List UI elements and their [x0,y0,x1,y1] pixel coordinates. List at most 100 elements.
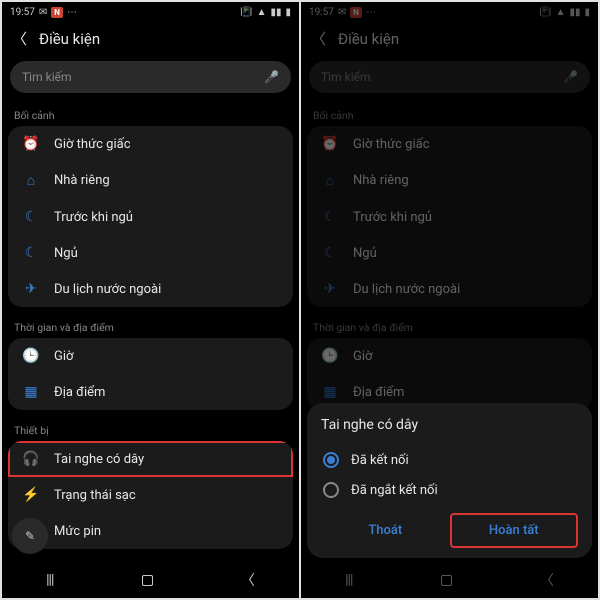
radio-disconnected[interactable]: Đã ngắt kết nối [321,475,578,505]
section-device: Thiết bị [8,418,293,441]
moon-icon: ☾ [321,209,339,225]
search-input[interactable]: Tìm kiếm 🎤 [309,61,590,93]
page-title: Điều kiện [39,30,100,48]
status-dots-icon: ⋯ [366,7,376,18]
sheet-title: Tai nghe có dây [321,417,578,433]
moon-icon: ☾ [22,245,40,261]
nav-home[interactable] [142,575,153,586]
radio-icon [323,482,339,498]
alarm-icon: ⏰ [22,136,40,152]
row-sleep[interactable]: ☾Ngủ [8,235,293,271]
header: 〈 Điều kiện [2,22,299,55]
row-battery[interactable]: ▯Mức pin [8,513,293,549]
back-icon[interactable]: 〈 [12,28,27,49]
row-alarm[interactable]: ⏰ Giờ thức giấc [307,126,592,162]
row-label: Giờ thức giấc [353,137,430,152]
row-label: Trước khi ngủ [54,210,133,225]
status-bar: 19:57 ✉ N ⋯ 📳 ▲ ▮▮ ▮ [301,2,598,22]
row-label: Giờ [353,349,372,364]
row-label: Trạng thái sạc [54,488,136,503]
status-time: 19:57 [309,7,334,18]
row-headphones[interactable]: 🎧Tai nghe có dây [8,441,293,477]
row-label: Địa điểm [54,385,105,400]
status-bar: 19:57 ✉ N ⋯ 📳 ▲ ▮▮ ▮ [2,2,299,22]
status-mail-icon: ✉ [338,7,346,18]
row-alarm[interactable]: ⏰Giờ thức giấc [8,126,293,162]
row-travel[interactable]: ✈ Du lịch nước ngoài [8,271,293,307]
status-vibrate-icon: 📳 [539,7,551,18]
row-place[interactable]: ▦ Địa điểm [8,374,293,410]
row-home[interactable]: ⌂Nhà riêng [307,162,592,199]
row-label: Du lịch nước ngoài [353,282,460,297]
back-icon[interactable]: 〈 [311,28,326,49]
screen-left: 19:57 ✉ N ⋯ 📳 ▲ ▮▮ ▮ 〈 Điều kiện Tìm kiế… [2,2,299,598]
row-label: Du lịch nước ngoài [54,282,161,297]
row-label: Giờ [54,349,73,364]
status-time: 19:57 [10,7,35,18]
page-title: Điều kiện [338,30,399,48]
row-home[interactable]: ⌂Nhà riêng [8,162,293,199]
row-travel[interactable]: ✈ Du lịch nước ngoài [307,271,592,307]
screen-right: 19:57 ✉ N ⋯ 📳 ▲ ▮▮ ▮ 〈 Điều kiện Tìm kiế… [301,2,598,598]
row-label: Nhà riêng [54,173,110,188]
row-label: Địa điểm [353,385,404,400]
status-battery-icon: ▮ [584,7,590,18]
nav-bar: ||| 〈 [301,562,598,598]
status-vibrate-icon: 📳 [240,7,252,18]
plane-icon: ✈ [321,281,339,297]
edit-fab[interactable]: ✎ [12,518,48,554]
row-presleep[interactable]: ☾ Trước khi ngủ [8,199,293,235]
done-button[interactable]: Hoàn tất [450,513,579,548]
mic-icon[interactable]: 🎤 [563,70,578,84]
card-timeplace: 🕒 Giờ ▦ Địa điểm [307,338,592,410]
nav-bar: ||| 〈 [2,562,299,598]
row-label: Ngủ [353,246,377,261]
status-wifi-icon: ▲ [556,7,566,18]
clock-icon: 🕒 [22,348,40,364]
status-dots-icon: ⋯ [67,7,77,18]
nav-back[interactable]: 〈 [241,570,255,590]
grid-icon: ▦ [22,384,40,400]
moon-icon: ☾ [22,209,40,225]
row-charging[interactable]: ⚡Trạng thái sạc [8,477,293,513]
card-timeplace: 🕒 Giờ ▦ Địa điểm [8,338,293,410]
plane-icon: ✈ [22,281,40,297]
status-signal-icon: ▮▮ [270,7,281,18]
status-badge: N [51,7,63,18]
status-wifi-icon: ▲ [257,7,267,18]
card-context: ⏰Giờ thức giấc ⌂Nhà riêng ☾ Trước khi ngủ… [8,126,293,307]
row-time[interactable]: 🕒 Giờ [8,338,293,374]
row-label: Mức pin [54,524,101,539]
search-input[interactable]: Tìm kiếm 🎤 [10,61,291,93]
row-label: Trước khi ngủ [353,210,432,225]
radio-label: Đã ngắt kết nối [351,483,438,498]
section-timeplace: Thời gian và địa điểm [307,315,592,338]
nav-back[interactable]: 〈 [540,570,554,590]
headphones-icon: 🎧 [22,451,40,467]
nav-home[interactable] [441,575,452,586]
bottom-sheet: Tai nghe có dây Đã kết nối Đã ngắt kết n… [307,403,592,558]
section-context: Bối cảnh [8,103,293,126]
nav-recents[interactable]: ||| [46,572,53,588]
clock-icon: 🕒 [321,348,339,364]
home-icon: ⌂ [321,172,339,189]
card-device: 🎧Tai nghe có dây ⚡Trạng thái sạc ▯Mức pi… [8,441,293,549]
row-time[interactable]: 🕒 Giờ [307,338,592,374]
grid-icon: ▦ [321,384,339,400]
radio-label: Đã kết nối [351,453,409,468]
header: 〈 Điều kiện [301,22,598,55]
status-badge: N [350,7,362,18]
sheet-actions: Thoát Hoàn tất [321,513,578,548]
status-battery-icon: ▮ [285,7,291,18]
pencil-icon: ✎ [25,529,35,543]
mic-icon[interactable]: 🎤 [264,70,279,84]
status-signal-icon: ▮▮ [569,7,580,18]
nav-recents[interactable]: ||| [345,572,352,588]
section-context: Bối cảnh [307,103,592,126]
cancel-button[interactable]: Thoát [321,513,450,548]
row-sleep[interactable]: ☾Ngủ [307,235,592,271]
row-presleep[interactable]: ☾ Trước khi ngủ [307,199,592,235]
section-timeplace: Thời gian và địa điểm [8,315,293,338]
alarm-icon: ⏰ [321,136,339,152]
radio-connected[interactable]: Đã kết nối [321,445,578,475]
